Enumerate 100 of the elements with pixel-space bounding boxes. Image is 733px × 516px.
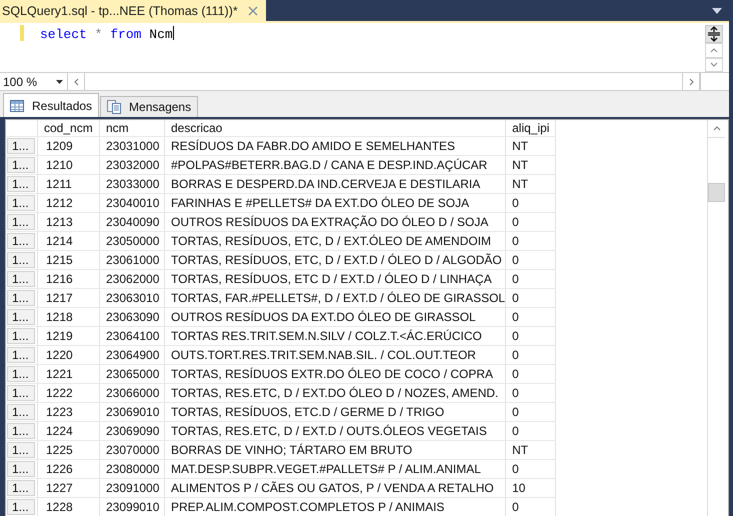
table-cell: 23064100 (100, 326, 164, 346)
table-cell: 0 (506, 364, 556, 384)
table-cell: 1214 (38, 232, 100, 250)
table-cell: 0 (506, 422, 556, 440)
results-tab[interactable]: Resultados (3, 93, 100, 117)
table-cell: 23050000 (100, 232, 164, 250)
row-header[interactable]: 1... (7, 366, 35, 382)
table-cell: 0 (506, 498, 556, 516)
table-cell: 1226 (38, 460, 100, 478)
row-header[interactable]: 1... (7, 252, 35, 268)
row-header[interactable]: 1... (7, 442, 35, 458)
table-cell: NT (506, 174, 556, 194)
table-cell: 23064900 (100, 346, 164, 364)
code-line[interactable]: select * from Ncm (24, 23, 174, 42)
table-cell: 23070000 (100, 440, 164, 460)
table-cell: OUTROS RESÍDUOS DA EXTRAÇÃO DO ÓLEO D / SOJA (164, 212, 506, 232)
table-cell: 23069090 (100, 422, 164, 440)
row-header[interactable]: 1... (7, 499, 35, 515)
table-cell: 23065000 (100, 364, 164, 384)
table-cell: 1227 (38, 478, 100, 498)
table-cell: FARINHAS E #PELLETS# DA EXT.DO ÓLEO DE SOJA (164, 194, 506, 212)
row-header[interactable]: 1... (7, 214, 35, 230)
table-cell: 23031000 (100, 136, 164, 156)
column-header[interactable]: aliq_ipi (506, 120, 556, 136)
table-cell: 1219 (38, 326, 100, 346)
table-cell: 1218 (38, 308, 100, 326)
table-cell: BORRAS DE VINHO; TÁRTARO EM BRUTO (164, 440, 506, 460)
table-cell: MAT.DESP.SUBPR.VEGET.#PALLETS# P / ALIM.ANIMAL (164, 460, 506, 478)
table-cell: 1221 (38, 364, 100, 384)
table-cell: 23099010 (100, 498, 164, 516)
scroll-down-button[interactable] (705, 58, 723, 72)
chevron-down-icon (710, 62, 718, 68)
table-cell: TORTAS, RES.ETC, D / EXT.D / OUTS.ÓLEOS VEGETAIS (164, 422, 506, 440)
document-tab[interactable]: SQLQuery1.sql - tp...NEE (Thomas (111))* (0, 0, 266, 21)
table-cell: 23069010 (100, 402, 164, 422)
row-header[interactable]: 1... (7, 271, 35, 287)
row-header[interactable]: 1... (7, 157, 35, 173)
table-cell: 1222 (38, 384, 100, 402)
results-tab[interactable]: Mensagens (100, 96, 198, 117)
scroll-left-button[interactable] (67, 73, 85, 90)
column-header[interactable]: ncm (100, 120, 164, 136)
table-cell: 1217 (38, 288, 100, 308)
row-header[interactable]: 1... (7, 233, 35, 249)
table-cell: ALIMENTOS P / CÃES OU GATOS, P / VENDA A RETALHO (164, 478, 506, 498)
zoom-dropdown[interactable]: 100 % (0, 73, 67, 90)
table-cell: TORTAS RES.TRIT.SEM.N.SILV / COLZ.T.<ÁC.ERÚCICO (164, 326, 506, 346)
table-cell: OUTS.TORT.RES.TRIT.SEM.NAB.SIL. / COL.OUT.TEOR (164, 346, 506, 364)
document-icon (107, 100, 122, 114)
chevron-up-icon (710, 48, 718, 53)
close-icon[interactable] (248, 6, 258, 16)
table-cell: TORTAS, RESÍDUOS, ETC.D / GERME D / TRIGO (164, 402, 506, 422)
column-header[interactable]: cod_ncm (38, 120, 100, 136)
table-cell: 0 (506, 402, 556, 422)
row-header[interactable]: 1... (7, 461, 35, 477)
table-cell: 0 (506, 384, 556, 402)
table-cell: 1211 (38, 174, 100, 194)
row-header[interactable]: 1... (7, 480, 35, 496)
table-cell: TORTAS, RESÍDUOS, ETC, D / EXT.D / ÓLEO D / ALGODÃO (164, 250, 506, 270)
row-header[interactable]: 1... (7, 195, 35, 211)
chevron-right-icon (688, 78, 694, 86)
table-cell: RESÍDUOS DA FABR.DO AMIDO E SEMELHANTES (164, 136, 506, 156)
table-cell: 23080000 (100, 460, 164, 478)
table-cell: 23040090 (100, 212, 164, 232)
table-cell: TORTAS, RESÍDUOS EXTR.DO ÓLEO DE COCO / COPRA (164, 364, 506, 384)
row-header[interactable]: 1... (7, 309, 35, 325)
row-header[interactable]: 1... (7, 176, 35, 192)
table-cell: NT (506, 156, 556, 174)
table-cell: TORTAS, RESÍDUOS, ETC D / EXT.D / ÓLEO D / LINHAÇA (164, 270, 506, 288)
row-header[interactable]: 1... (7, 138, 35, 154)
table-cell: 1228 (38, 498, 100, 516)
row-header[interactable]: 1... (7, 290, 35, 306)
row-header[interactable]: 1... (7, 347, 35, 363)
table-cell: 0 (506, 250, 556, 270)
row-header[interactable]: 1... (7, 385, 35, 401)
table-cell: 0 (506, 326, 556, 346)
column-header[interactable]: descricao (164, 120, 506, 136)
table-cell: TORTAS, FAR.#PELLETS#, D / EXT.D / ÓLEO DE GIRASSOL (164, 288, 506, 308)
table-cell: 1213 (38, 212, 100, 232)
table-cell: NT (506, 440, 556, 460)
table-cell: 1215 (38, 250, 100, 270)
table-cell: 10 (506, 478, 556, 498)
row-header[interactable]: 1... (7, 404, 35, 420)
split-icon[interactable] (705, 25, 723, 43)
document-title: SQLQuery1.sql - tp...NEE (Thomas (111))* (2, 4, 238, 18)
table-cell: PREP.ALIM.COMPOST.COMPLETOS P / ANIMAIS (164, 498, 506, 516)
table-cell: 0 (506, 270, 556, 288)
table-cell: 0 (506, 232, 556, 250)
table-cell: 0 (506, 346, 556, 364)
row-header[interactable]: 1... (7, 328, 35, 344)
row-header[interactable]: 1... (7, 423, 35, 439)
table-cell: 23040010 (100, 194, 164, 212)
scrollbar-thumb[interactable] (708, 183, 725, 202)
table-cell: 1212 (38, 194, 100, 212)
table-cell: #POLPAS#BETERR.BAG.D / CANA E DESP.IND.AÇÚCAR (164, 156, 506, 174)
dropdown-arrow-icon[interactable] (712, 8, 722, 14)
table-cell: 1209 (38, 136, 100, 156)
table-cell: 23061000 (100, 250, 164, 270)
table-cell: 23063090 (100, 308, 164, 326)
table-cell: 0 (506, 288, 556, 308)
table-cell: BORRAS E DESPERD.DA IND.CERVEJA E DESTILARIA (164, 174, 506, 194)
